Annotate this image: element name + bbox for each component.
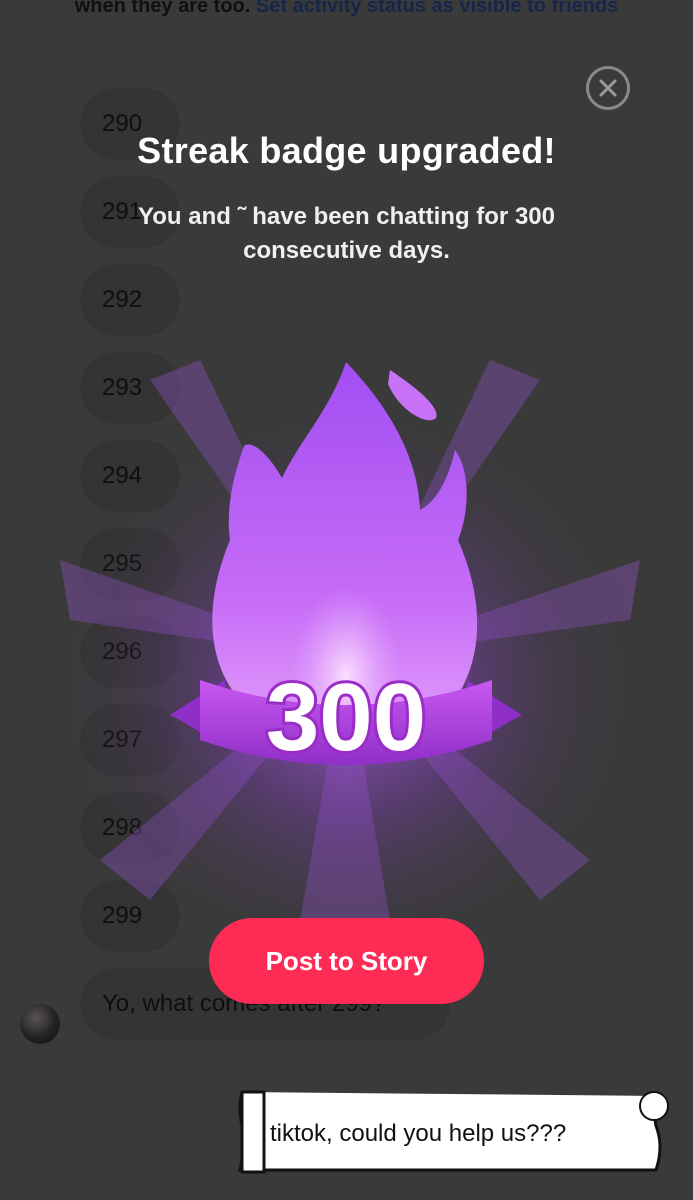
close-button[interactable] <box>586 66 630 110</box>
streak-overlay: Streak badge upgraded! You and ˜ have be… <box>0 0 693 1200</box>
post-to-story-button[interactable]: Post to Story <box>209 918 484 1004</box>
close-icon <box>599 79 617 97</box>
streak-badge: 300 <box>46 350 646 920</box>
modal-subtitle: You and ˜ have been chatting for 300 con… <box>138 203 555 264</box>
modal-title: Streak badge upgraded! <box>137 130 556 171</box>
sticker-text: tiktok, could you help us??? <box>270 1120 567 1147</box>
streak-count: 300 <box>266 664 426 771</box>
